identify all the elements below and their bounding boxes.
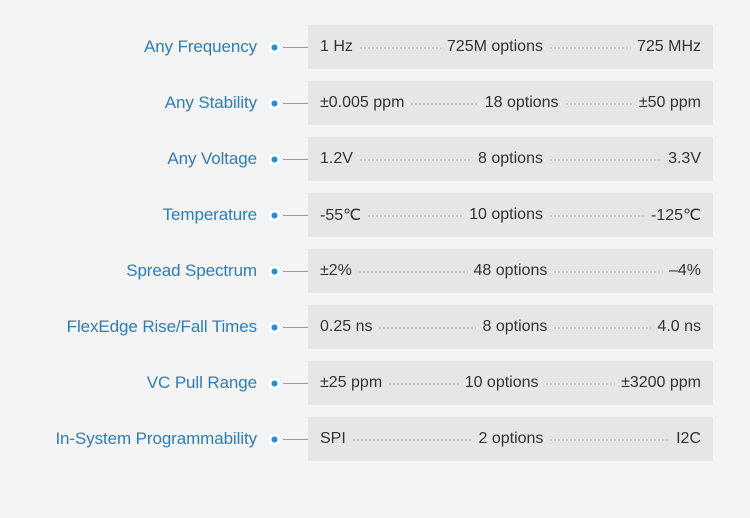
connector-line [283, 158, 308, 160]
spec-max-value: I2C [676, 430, 702, 447]
connector-line [283, 46, 308, 48]
spec-range-bar[interactable]: 1 Hz 725M options 725 MHz [308, 25, 713, 69]
dotted-leader [358, 39, 441, 55]
spec-max-value: 4.0 ns [657, 318, 702, 335]
spec-options-count: 8 options [482, 318, 548, 335]
spec-min-value: ±2% [320, 262, 352, 279]
spec-row-marker[interactable] [267, 319, 308, 335]
spec-options-count: 10 options [469, 206, 543, 223]
spec-min-value: 1 Hz [320, 38, 353, 55]
spec-options-count: 8 options [478, 150, 543, 167]
spec-row-marker[interactable] [267, 375, 308, 391]
spec-options-count: 48 options [473, 262, 548, 279]
spec-max-value: 725 MHz [636, 38, 701, 55]
dotted-leader [553, 263, 663, 279]
dotted-leader [378, 319, 477, 335]
spec-options-count: 10 options [464, 374, 539, 391]
ring-marker-icon [267, 263, 282, 279]
spec-row: FlexEdge Rise/Fall Times 0.25 ns 8 optio… [0, 305, 750, 349]
spec-row: In-System Programmability SPI 2 options … [0, 417, 750, 461]
dotted-leader [410, 95, 479, 111]
ring-marker-icon [267, 375, 282, 391]
spec-min-value: -55℃ [320, 207, 362, 224]
spec-max-value: ±3200 ppm [621, 374, 702, 391]
connector-line [283, 326, 308, 328]
spec-row: Temperature -55℃ 10 options -125℃ [0, 193, 750, 237]
dotted-leader [548, 151, 663, 167]
specification-range-table: Any Frequency 1 Hz 725M options 725 MHz … [0, 0, 750, 518]
dotted-leader [548, 39, 631, 55]
spec-range-bar[interactable]: 0.25 ns 8 options 4.0 ns [308, 305, 713, 349]
spec-max-value: –4% [668, 262, 701, 279]
spec-row-marker[interactable] [267, 151, 308, 167]
spec-row: VC Pull Range ±25 ppm 10 options ±3200 p… [0, 361, 750, 405]
spec-options-count: 2 options [478, 430, 544, 447]
connector-line [283, 382, 308, 384]
ring-marker-icon [267, 207, 282, 223]
spec-range-bar[interactable]: -55℃ 10 options -125℃ [308, 193, 713, 237]
spec-row: Spread Spectrum ±2% 48 options –4% [0, 249, 750, 293]
spec-row-label: Any Stability [164, 93, 257, 112]
spec-row-marker[interactable] [267, 263, 308, 279]
connector-line [283, 270, 308, 272]
spec-min-value: 0.25 ns [320, 318, 373, 335]
connector-line [283, 214, 308, 216]
connector-line [283, 438, 308, 440]
spec-row-label: VC Pull Range [146, 373, 257, 392]
dotted-leader [564, 95, 633, 111]
spec-range-bar[interactable]: 1.2V 8 options 3.3V [308, 137, 713, 181]
spec-max-value: ±50 ppm [638, 94, 702, 111]
dotted-leader [548, 207, 645, 223]
ring-marker-icon [267, 151, 282, 167]
spec-row-label: FlexEdge Rise/Fall Times [66, 317, 257, 336]
spec-max-value: -125℃ [651, 207, 701, 224]
spec-row-label: Spread Spectrum [126, 261, 257, 280]
spec-options-count: 18 options [484, 94, 559, 111]
spec-range-bar[interactable]: SPI 2 options I2C [308, 417, 713, 461]
spec-max-value: 3.3V [668, 150, 701, 167]
spec-min-value: 1.2V [320, 150, 353, 167]
connector-line [283, 102, 308, 104]
spec-row-label: Temperature [162, 205, 257, 224]
spec-row-label: In-System Programmability [55, 429, 257, 448]
spec-options-count: 725M options [446, 38, 543, 55]
dotted-leader [367, 207, 464, 223]
spec-row-marker[interactable] [267, 39, 308, 55]
spec-range-bar[interactable]: ±2% 48 options –4% [308, 249, 713, 293]
spec-row-marker[interactable] [267, 207, 308, 223]
dotted-leader [358, 151, 473, 167]
dotted-leader [388, 375, 459, 391]
spec-row: Any Stability ±0.005 ppm 18 options ±50 … [0, 81, 750, 125]
spec-row-marker[interactable] [267, 95, 308, 111]
dotted-leader [351, 431, 473, 447]
spec-range-bar[interactable]: ±0.005 ppm 18 options ±50 ppm [308, 81, 713, 125]
spec-row-marker[interactable] [267, 431, 308, 447]
ring-marker-icon [267, 431, 282, 447]
spec-min-value: ±0.005 ppm [320, 94, 405, 111]
dotted-leader [553, 319, 652, 335]
spec-min-value: ±25 ppm [320, 374, 383, 391]
spec-row-label: Any Frequency [143, 37, 257, 56]
ring-marker-icon [267, 39, 282, 55]
ring-marker-icon [267, 95, 282, 111]
spec-row: Any Frequency 1 Hz 725M options 725 MHz [0, 25, 750, 69]
dotted-leader [544, 375, 616, 391]
dotted-leader [549, 431, 671, 447]
spec-range-bar[interactable]: ±25 ppm 10 options ±3200 ppm [308, 361, 713, 405]
spec-min-value: SPI [320, 430, 346, 447]
spec-row-label: Any Voltage [167, 149, 257, 168]
spec-row: Any Voltage 1.2V 8 options 3.3V [0, 137, 750, 181]
dotted-leader [357, 263, 468, 279]
ring-marker-icon [267, 319, 282, 335]
